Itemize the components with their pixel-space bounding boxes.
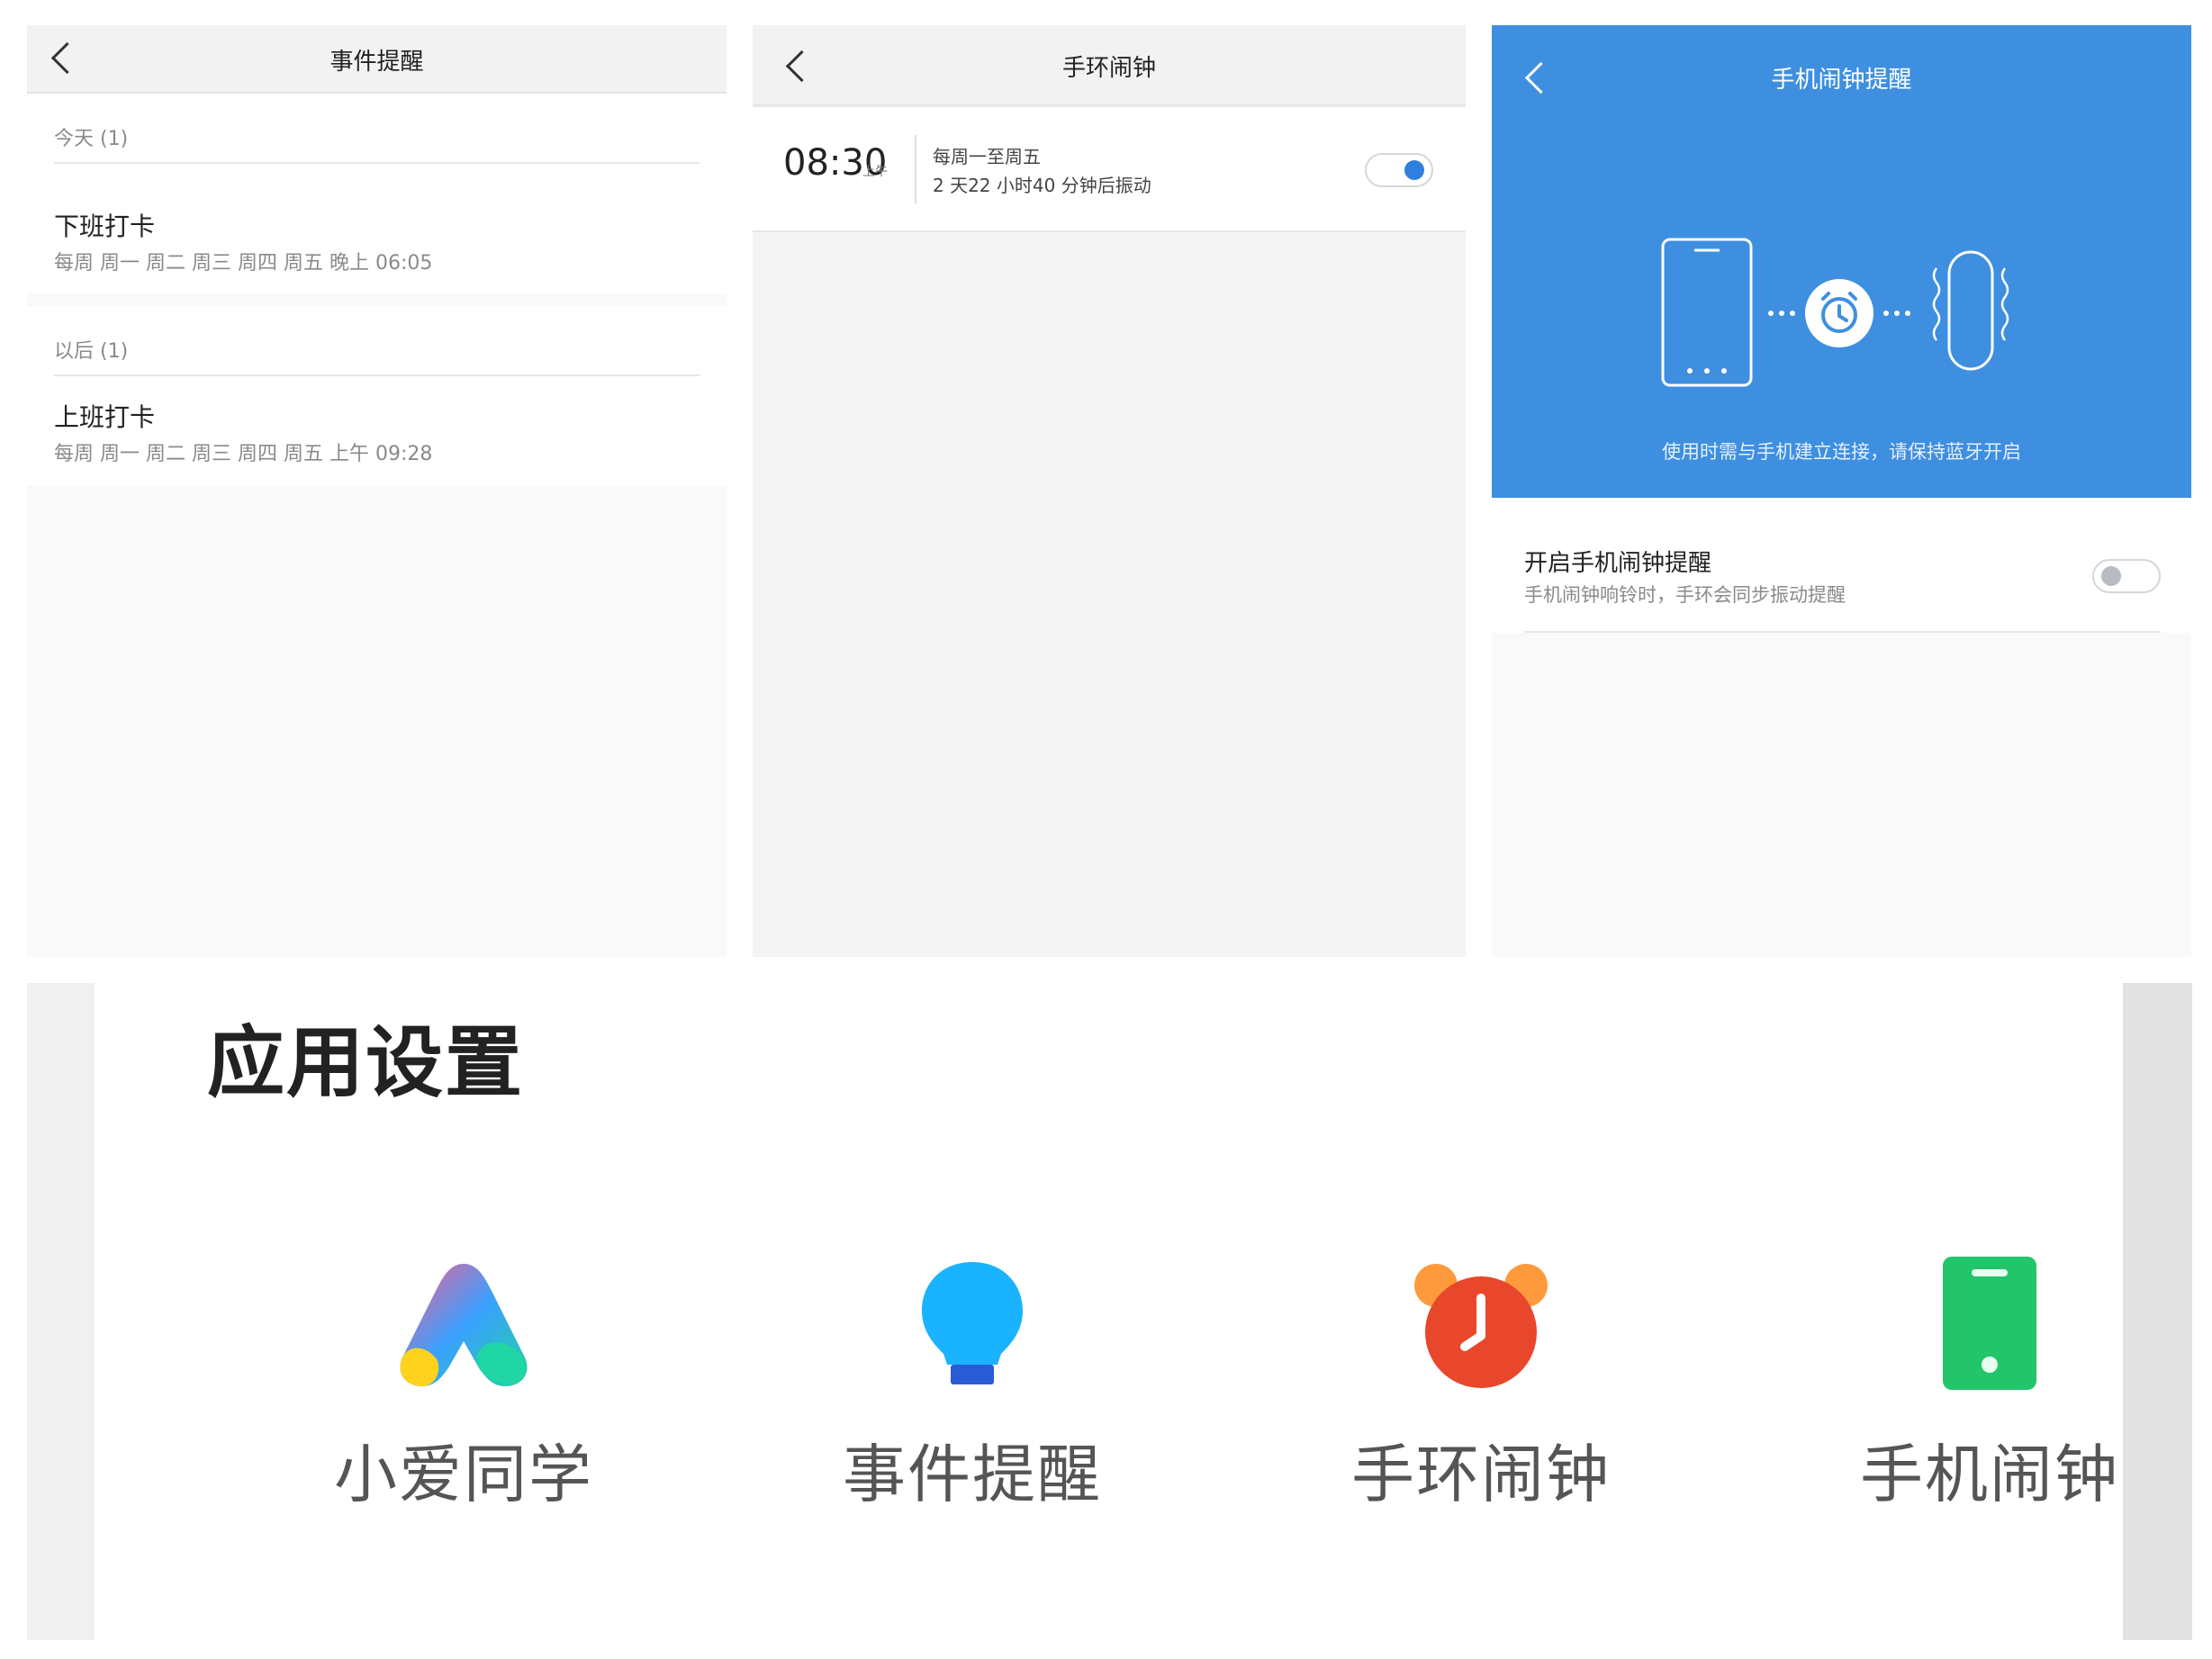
app-label: 事件提醒 [843,1438,1102,1511]
alarm-row[interactable]: 08:30 上午 每周一至周五 2 天22 小时40 分钟后振动 [753,108,1466,232]
phone-alarm-setting-row[interactable]: 开启手机闹钟提醒 手机闹钟响铃时，手环会同步振动提醒 [1492,498,2191,633]
setting-title: 开启手机闹钟提醒 [1524,550,1712,577]
toggle-knob [2101,566,2121,586]
item-schedule: 每周 周一 周二 周三 周四 周五 上午 09:28 [54,443,433,465]
app-label: 手环闹钟 [1351,1438,1611,1511]
toggle-knob [1404,160,1424,180]
divider [54,374,700,376]
alarm-repeat: 每周一至周五 [933,146,1041,167]
page-title: 手机闹钟提醒 [1771,67,1912,94]
bluetooth-caption: 使用时需与手机建立连接，请保持蓝牙开启 [1662,441,2021,463]
app-label: 手机闹钟 [1860,1438,2119,1511]
side-gutter [2123,983,2192,1640]
phone-band-illustration [1661,238,2009,387]
section-title: 应用设置 [207,1018,524,1108]
divider [54,162,700,164]
alarm-clock-icon [1805,279,1873,347]
page-title: 事件提醒 [330,49,424,76]
app-settings-content: 应用设置 小爱同学 事件提醒 手环闹钟 手机闹钟 [95,983,2123,1640]
item-title: 下班打卡 [54,212,156,241]
later-section: 以后 (1) 上班打卡 每周 周一 周二 周三 周四 周五 上午 09:28 [27,306,727,486]
divider [915,135,916,203]
band-alarm-topbar: 手环闹钟 [753,25,1466,106]
app-band-alarm[interactable]: 手环闹钟 [1301,1253,1661,1523]
page-title: 手环闹钟 [1061,55,1156,82]
alarm-toggle[interactable] [1365,153,1433,187]
setting-description: 手机闹钟响铃时，手环会同步振动提醒 [1524,584,1846,606]
phone-alarm-toggle[interactable] [2092,559,2161,593]
today-section: 今天 (1) 下班打卡 每周 周一 周二 周三 周四 周五 晚上 06:05 [27,94,727,293]
app-label: 小爱同学 [334,1438,593,1511]
lightbulb-icon [922,1262,1023,1384]
event-reminder-panel: 事件提醒 今天 (1) 下班打卡 每周 周一 周二 周三 周四 周五 晚上 06… [27,25,727,957]
divider [1524,631,2161,633]
app-xiaoai[interactable]: 小爱同学 [284,1253,644,1523]
event-reminder-topbar: 事件提醒 [27,25,727,94]
xiaoai-icon [400,1264,528,1386]
section-header-later: 以后 (1) [54,340,129,363]
alarm-countdown: 2 天22 小时40 分钟后振动 [933,175,1151,196]
smart-band-icon [1932,250,2009,371]
item-schedule: 每周 周一 周二 周三 周四 周五 晚上 06:05 [54,252,433,275]
item-title: 上班打卡 [54,402,156,432]
phone-alarm-panel: 手机闹钟提醒 使用时需与手机建立连接，请保持蓝牙开启 开启手机闹钟提醒 手机闹钟… [1492,25,2191,957]
alarm-clock-icon [1414,1264,1548,1388]
phone-icon [1943,1257,2036,1390]
app-settings-panel: 应用设置 小爱同学 事件提醒 手环闹钟 手机闹钟 [27,983,2192,1640]
hero-banner: 手机闹钟提醒 使用时需与手机建立连接，请保持蓝牙开启 [1492,25,2191,498]
band-alarm-panel: 手环闹钟 08:30 上午 每周一至周五 2 天22 小时40 分钟后振动 [753,25,1466,957]
section-header-today: 今天 (1) [54,128,129,150]
app-phone-alarm[interactable]: 手机闹钟 [1810,1253,2170,1523]
alarm-ampm: 上午 [862,165,888,179]
phone-outline-icon [1661,238,1753,387]
app-event-reminder[interactable]: 事件提醒 [792,1253,1152,1523]
